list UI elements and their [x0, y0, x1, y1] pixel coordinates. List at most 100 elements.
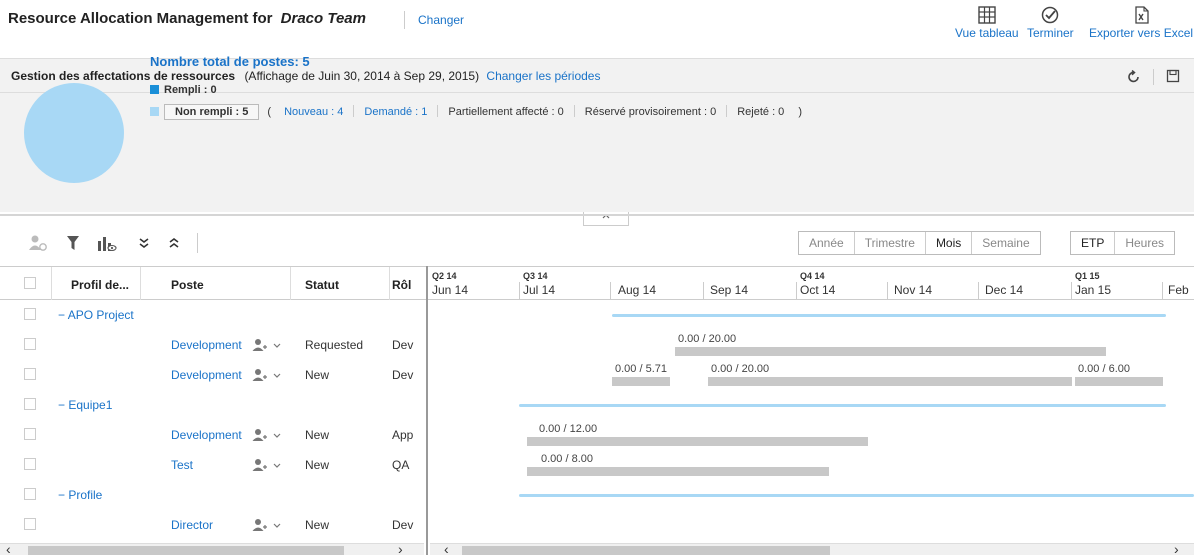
scroll-thumb[interactable]	[28, 546, 344, 555]
position-link[interactable]: Director	[171, 518, 213, 532]
filter-icon[interactable]	[66, 234, 80, 252]
unfilled-count-button[interactable]: Non rempli : 5	[164, 104, 260, 120]
group-toggle[interactable]: − Profile	[58, 488, 102, 502]
team-name: Draco Team	[280, 10, 366, 27]
table-row: Director New Dev	[0, 510, 428, 540]
month-label: Feb	[1168, 283, 1189, 297]
allocation-bar[interactable]	[708, 377, 1072, 386]
filled-count: Rempli : 0	[164, 84, 217, 96]
month-label: Oct 14	[800, 283, 836, 297]
role-cell: Dev	[392, 518, 414, 532]
allocation-bar[interactable]	[527, 467, 829, 476]
select-all-checkbox[interactable]	[24, 277, 36, 289]
save-icon[interactable]	[1166, 69, 1180, 83]
requested-count-link[interactable]: Demandé : 1	[364, 106, 427, 118]
column-header-role[interactable]: Rôl	[392, 278, 411, 292]
row-checkbox[interactable]	[24, 398, 36, 410]
column-header-status[interactable]: Statut	[305, 278, 339, 292]
excel-export-icon	[1135, 6, 1149, 24]
row-checkbox[interactable]	[24, 338, 36, 350]
open-paren: (	[267, 106, 272, 118]
column-header-position[interactable]: Poste	[171, 278, 204, 292]
position-link[interactable]: Development	[171, 428, 242, 442]
refresh-icon[interactable]	[1127, 70, 1141, 84]
allocation-label: 0.00 / 6.00	[1078, 363, 1130, 375]
month-label: Sep 14	[710, 283, 749, 297]
summary-heading: Gestion des affectations de ressources (…	[11, 69, 600, 83]
group-label: Equipe1	[68, 398, 113, 412]
row-checkbox[interactable]	[24, 428, 36, 440]
allocation-label: 0.00 / 12.00	[539, 423, 598, 435]
row-checkbox[interactable]	[24, 368, 36, 380]
new-count-link[interactable]: Nouveau : 4	[284, 106, 343, 118]
month-label: Nov 14	[894, 283, 933, 297]
divider	[573, 105, 575, 117]
expand-all-icon[interactable]	[138, 234, 150, 252]
allocation-bar[interactable]	[675, 347, 1106, 356]
finish-button[interactable]: Terminer	[1027, 6, 1074, 40]
toolbar-divider	[197, 233, 198, 253]
assign-resource-icon[interactable]	[28, 234, 48, 252]
filled-legend-swatch	[150, 85, 159, 94]
group-toggle[interactable]: − Equipe1	[58, 398, 112, 412]
row-checkbox[interactable]	[24, 518, 36, 530]
role-cell: Dev	[392, 368, 414, 382]
table-view-button[interactable]: Vue tableau	[955, 6, 1019, 40]
position-link[interactable]: Test	[171, 458, 193, 472]
table-view-label: Vue tableau	[955, 26, 1019, 40]
period-quarter-button[interactable]: Trimestre	[855, 232, 926, 254]
month-divider	[887, 282, 888, 300]
title-prefix: Resource Allocation Management for	[8, 10, 273, 27]
row-checkbox[interactable]	[24, 308, 36, 320]
column-header-profile[interactable]: Profil de...	[71, 278, 129, 292]
timeline-horizontal-scrollbar[interactable]: ‹ ›	[430, 541, 1194, 557]
period-month-button[interactable]: Mois	[925, 232, 973, 254]
grid-horizontal-scrollbar[interactable]: ‹ ›	[0, 541, 424, 557]
partial-count: Partiellement affecté : 0	[448, 106, 564, 118]
group-label: Profile	[68, 488, 103, 502]
row-checkbox[interactable]	[24, 458, 36, 470]
month-divider	[703, 282, 704, 300]
column-divider	[389, 267, 390, 300]
page-header: Resource Allocation Management for Draco…	[0, 0, 1194, 58]
quarter-label: Q1 15	[1075, 271, 1100, 281]
unfilled-legend: Non rempli : 5 ( Nouveau : 4 Demandé : 1 Pa…	[150, 104, 802, 120]
unit-hours-button[interactable]: Heures	[1115, 232, 1174, 254]
row-checkbox[interactable]	[24, 488, 36, 500]
group-span-line	[612, 314, 1166, 317]
pane-splitter[interactable]	[426, 266, 428, 555]
quarter-label: Q2 14	[432, 271, 457, 281]
group-label: APO Project	[67, 308, 134, 322]
assign-user-icon[interactable]	[252, 458, 284, 472]
assign-user-icon[interactable]	[252, 338, 284, 352]
scroll-thumb[interactable]	[462, 546, 830, 555]
month-divider	[519, 282, 520, 300]
assign-user-icon[interactable]	[252, 368, 284, 382]
export-excel-button[interactable]: Exporter vers Excel	[1089, 6, 1193, 40]
group-toggle[interactable]: − APO Project	[58, 308, 134, 322]
period-switcher: Année Trimestre Mois Semaine	[798, 231, 1041, 255]
allocation-bar[interactable]	[612, 377, 670, 386]
close-paren: )	[798, 106, 802, 118]
period-year-button[interactable]: Année	[799, 232, 855, 254]
allocation-bar[interactable]	[1075, 377, 1163, 386]
period-week-button[interactable]: Semaine	[972, 232, 1039, 254]
rejected-count: Rejeté : 0	[737, 106, 785, 118]
position-link[interactable]: Development	[171, 338, 242, 352]
allocation-pie-chart	[24, 83, 124, 183]
divider	[353, 105, 355, 117]
assign-user-icon[interactable]	[252, 428, 284, 442]
month-divider	[610, 282, 611, 300]
unit-fte-button[interactable]: ETP	[1071, 232, 1116, 254]
collapse-all-icon[interactable]	[168, 234, 180, 252]
unit-switcher: ETP Heures	[1070, 231, 1176, 255]
change-periods-link[interactable]: Changer les périodes	[486, 69, 600, 83]
allocation-bar[interactable]	[527, 437, 868, 446]
column-visibility-icon[interactable]	[97, 234, 117, 252]
position-link[interactable]: Development	[171, 368, 242, 382]
assign-user-icon[interactable]	[252, 518, 284, 532]
table-icon	[978, 6, 996, 24]
change-team-link[interactable]: Changer	[418, 13, 464, 27]
role-cell: Dev	[392, 338, 414, 352]
quarter-label: Q3 14	[523, 271, 548, 281]
